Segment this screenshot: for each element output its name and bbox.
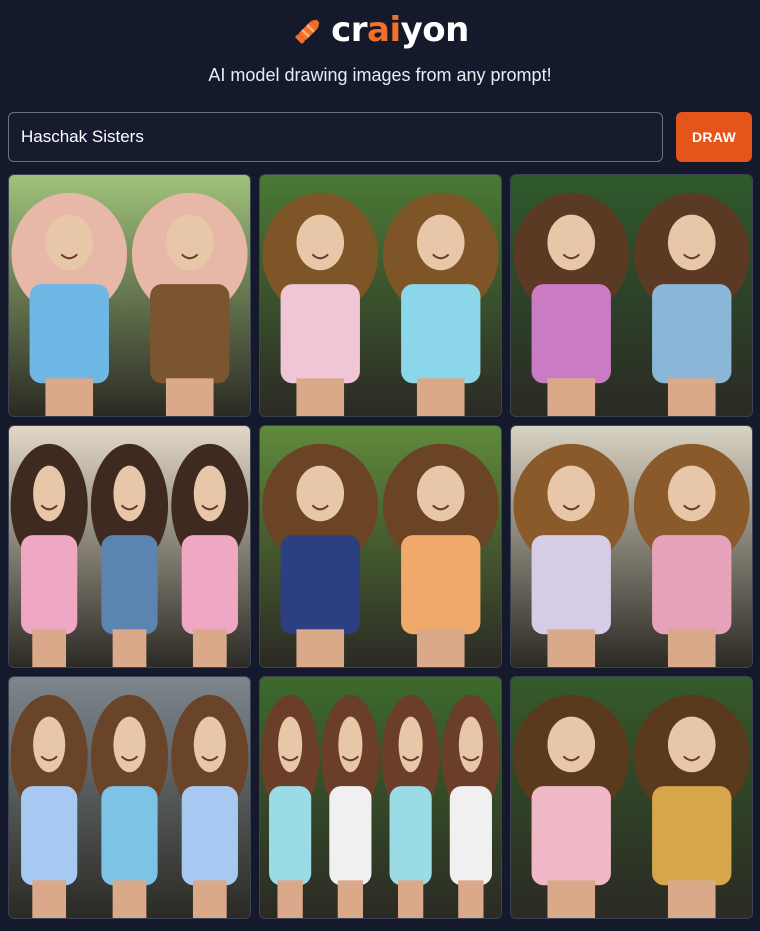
- generated-image: [9, 677, 250, 918]
- logo-prefix: cr: [331, 10, 368, 50]
- generated-image: [9, 175, 250, 416]
- draw-button[interactable]: DRAW: [676, 112, 752, 162]
- generated-image: [9, 426, 250, 667]
- logo[interactable]: craiyon: [0, 8, 760, 52]
- crayon-icon: [291, 12, 327, 48]
- generated-image-tile[interactable]: [510, 676, 753, 919]
- results-grid: [8, 174, 753, 919]
- generated-image: [260, 677, 501, 918]
- generated-image-tile[interactable]: [8, 676, 251, 919]
- generated-image: [511, 175, 752, 416]
- logo-suffix: yon: [400, 10, 470, 50]
- generated-image: [511, 677, 752, 918]
- generated-image-tile[interactable]: [510, 425, 753, 668]
- generated-image-tile[interactable]: [259, 174, 502, 417]
- generated-image: [260, 175, 501, 416]
- prompt-input[interactable]: [8, 112, 663, 162]
- generated-image-tile[interactable]: [8, 174, 251, 417]
- craiyon-page: craiyon AI model drawing images from any…: [0, 0, 760, 931]
- logo-text: craiyon: [331, 8, 469, 52]
- generated-image: [260, 426, 501, 667]
- generated-image-tile[interactable]: [259, 676, 502, 919]
- tagline: AI model drawing images from any prompt!: [208, 65, 552, 85]
- generated-image-tile[interactable]: [8, 425, 251, 668]
- generated-image-tile[interactable]: [259, 425, 502, 668]
- generated-image-tile[interactable]: [510, 174, 753, 417]
- generated-image: [511, 426, 752, 667]
- logo-accent: ai: [367, 10, 401, 50]
